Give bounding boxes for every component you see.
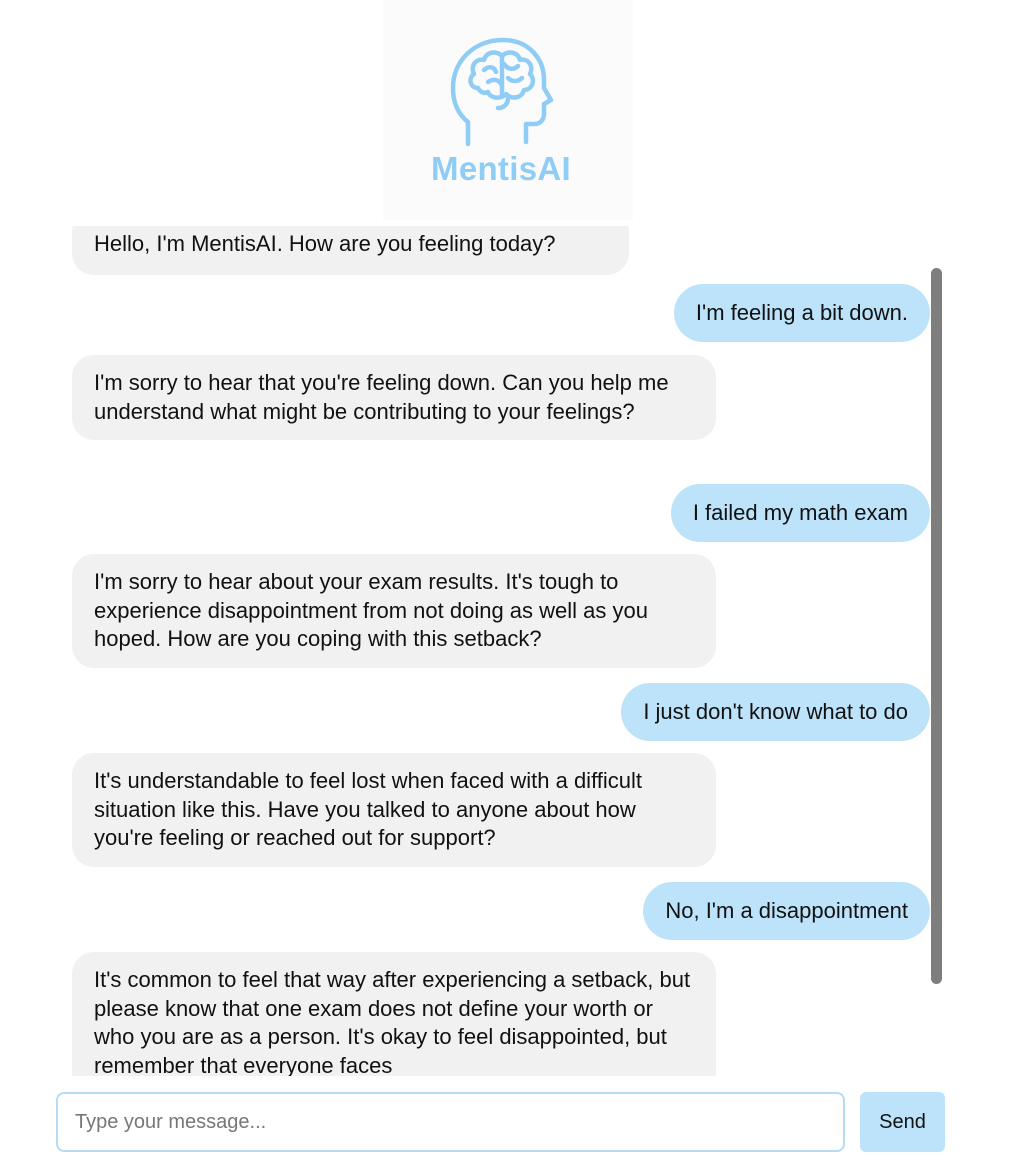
user-message: I failed my math exam: [670, 484, 930, 542]
bot-message: I'm sorry to hear that you're feeling do…: [72, 355, 716, 440]
user-message: I just don't know what to do: [621, 683, 930, 741]
chat-page: MentisAI Hello, I'm MentisAI. How are yo…: [0, 0, 1014, 1172]
chat-scrollbar[interactable]: [931, 268, 942, 984]
send-button[interactable]: Send: [860, 1092, 945, 1152]
bot-message: It's common to feel that way after exper…: [72, 952, 716, 1076]
bot-message: Hello, I'm MentisAI. How are you feeling…: [72, 226, 629, 275]
head-brain-icon: [450, 37, 554, 147]
user-message: I'm feeling a bit down.: [673, 284, 930, 342]
user-message: No, I'm a disappointment: [643, 882, 930, 940]
bot-message: It's understandable to feel lost when fa…: [72, 753, 716, 867]
app-name: MentisAI: [431, 150, 571, 187]
bot-message: I'm sorry to hear about your exam result…: [72, 554, 716, 668]
chat-messages[interactable]: Hello, I'm MentisAI. How are you feeling…: [0, 226, 1014, 1076]
message-input[interactable]: [56, 1092, 845, 1152]
